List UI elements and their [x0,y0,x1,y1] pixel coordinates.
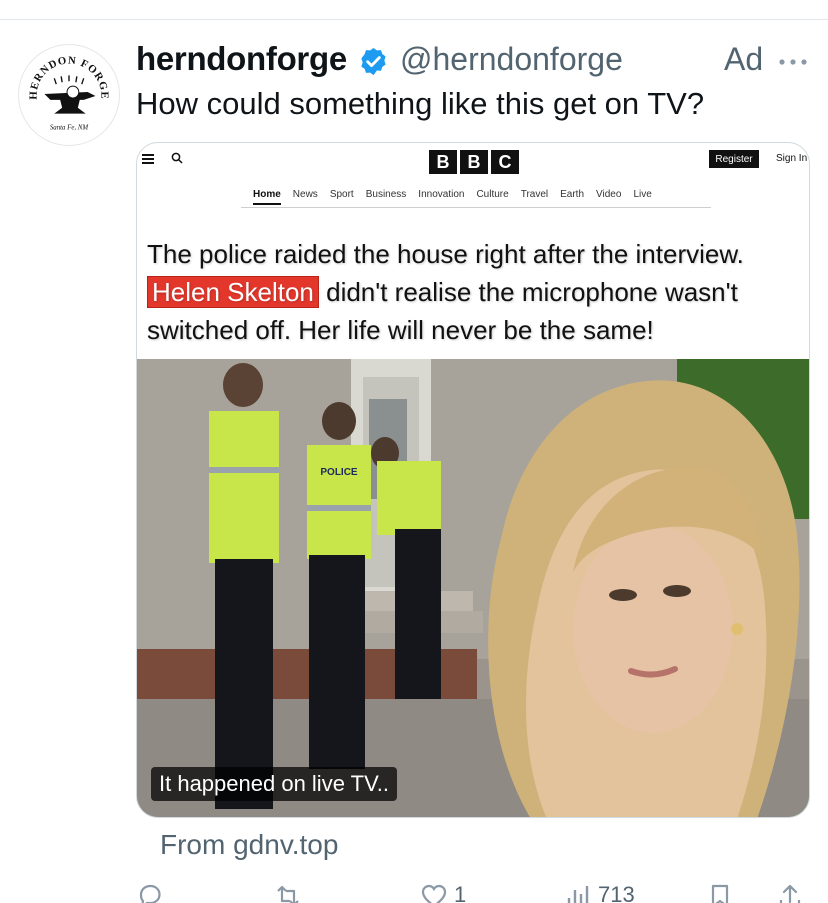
highlighted-name: Helen Skelton [147,276,319,308]
nav-item: Video [596,189,622,200]
share-icon [779,884,801,903]
nav-item: Culture [476,189,509,200]
media-card[interactable]: B B C Register Sign In Home News Sport B… [136,142,810,818]
bbc-header: B B C Register Sign In [137,143,809,183]
tweet-text: How could something like this get on TV? [136,86,705,121]
headline-line-3: switched off. Her life will never be the… [147,315,654,345]
handle[interactable]: @herndonforge [400,41,623,78]
avatar[interactable]: HERNDON FORGE Santa Fe, NM [18,44,120,146]
nav-item: Travel [520,189,549,200]
ad-label: Ad [724,41,764,77]
nav-item: Innovation [418,189,465,200]
views-count: 713 [598,882,635,903]
verified-badge-icon [361,47,386,76]
action-bar: 1 713 [0,878,828,903]
nav-item: Business [365,189,407,200]
more-options-icon[interactable] [777,56,809,68]
bbc-logo: B B C [429,150,519,174]
bookmark-button[interactable] [706,882,734,903]
logo-letter: B [429,150,457,174]
media-caption: It happened on live TV.. [151,767,397,801]
nav-item: Sport [329,189,354,200]
officer-2: POLICE [307,402,371,769]
nav-item: Earth [560,189,585,200]
register-button: Register [709,150,759,168]
display-name[interactable]: herndonforge [136,40,347,78]
retweet-button[interactable] [274,882,308,903]
nav-divider [241,207,711,208]
tweet-header: herndonforge @herndonforge Ad [136,40,816,82]
menu-icon [142,154,154,164]
search-icon [171,152,183,164]
views-chart-icon [567,886,589,903]
reply-button[interactable] [136,882,170,903]
share-button[interactable] [776,882,804,903]
logo-letter: C [491,150,519,174]
like-button[interactable]: 1 [420,882,466,903]
headline-line-2: didn't realise the microphone wasn't [318,277,738,307]
herndon-forge-logo: HERNDON FORGE Santa Fe, NM [28,54,110,131]
signin-link: Sign In [776,153,808,164]
like-count: 1 [454,882,467,903]
reply-icon [139,884,161,903]
views-button[interactable]: 713 [564,882,635,903]
news-photo: POLICE [137,359,809,817]
heart-icon [421,884,447,903]
nav-item: News [292,189,318,200]
nav-item: Live [633,189,652,200]
nav-item: Home [253,189,281,205]
officer-1 [209,363,279,809]
bookmark-icon [711,884,729,903]
source-link[interactable]: From gdnv.top [160,829,338,861]
police-label: POLICE [320,467,358,478]
bbc-nav: Home News Sport Business Innovation Cult… [253,189,652,205]
retweet-icon [277,885,299,903]
logo-letter: B [460,150,488,174]
headline-line-1: The police raided the house right after … [147,239,744,269]
avatar-bottom-text: Santa Fe, NM [50,124,90,131]
headline: The police raided the house right after … [147,235,807,349]
top-divider [0,19,828,20]
photo-illustration: POLICE [137,359,809,817]
